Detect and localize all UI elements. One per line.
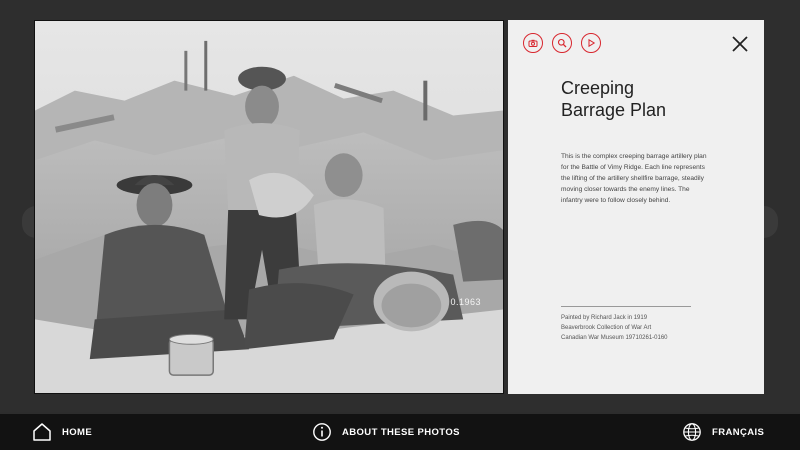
divider bbox=[561, 306, 691, 307]
panel-title: Creeping Barrage Plan bbox=[561, 77, 741, 121]
language-label: FRANÇAIS bbox=[712, 426, 765, 438]
home-button[interactable]: HOME bbox=[32, 414, 92, 450]
magnify-button[interactable] bbox=[552, 33, 572, 53]
photo-illustration bbox=[35, 21, 503, 393]
about-photos-button[interactable]: ABOUT THESE PHOTOS bbox=[312, 414, 460, 450]
panel-description: This is the complex creeping barrage art… bbox=[561, 153, 707, 204]
credit-line: Beaverbrook Collection of War Art bbox=[561, 324, 652, 331]
camera-icon bbox=[528, 39, 538, 47]
next-arrow[interactable] bbox=[764, 206, 778, 238]
panel-title-line-1: Creeping bbox=[561, 78, 635, 98]
credit-line: Canadian War Museum 19710261-0160 bbox=[561, 334, 668, 341]
photo-archive-number: 0.1963 bbox=[450, 297, 481, 307]
about-label: ABOUT THESE PHOTOS bbox=[342, 426, 460, 438]
close-icon bbox=[732, 36, 748, 52]
credits: Painted by Richard Jack in 1919 Beaverbr… bbox=[561, 314, 741, 343]
magnify-icon bbox=[557, 38, 567, 48]
credit-line: Painted by Richard Jack in 1919 bbox=[561, 315, 648, 321]
panel-title-line-2: Barrage Plan bbox=[561, 100, 667, 120]
camera-button[interactable] bbox=[523, 33, 543, 53]
play-button[interactable] bbox=[581, 33, 601, 53]
home-icon bbox=[33, 423, 51, 441]
info-panel: Creeping Barrage Plan This is the comple… bbox=[508, 20, 764, 394]
info-icon bbox=[313, 423, 331, 441]
play-icon bbox=[588, 38, 596, 48]
home-label: HOME bbox=[62, 426, 93, 438]
viewer-stage: 0.1963 Creeping Barrage Plan This is the… bbox=[0, 0, 800, 412]
footer-bar: HOME ABOUT THESE PHOTOS FRANÇAIS bbox=[0, 414, 800, 450]
globe-icon bbox=[683, 423, 701, 441]
historical-photo: 0.1963 bbox=[34, 20, 504, 394]
language-button[interactable]: FRANÇAIS bbox=[682, 414, 764, 450]
close-button[interactable] bbox=[730, 34, 750, 54]
